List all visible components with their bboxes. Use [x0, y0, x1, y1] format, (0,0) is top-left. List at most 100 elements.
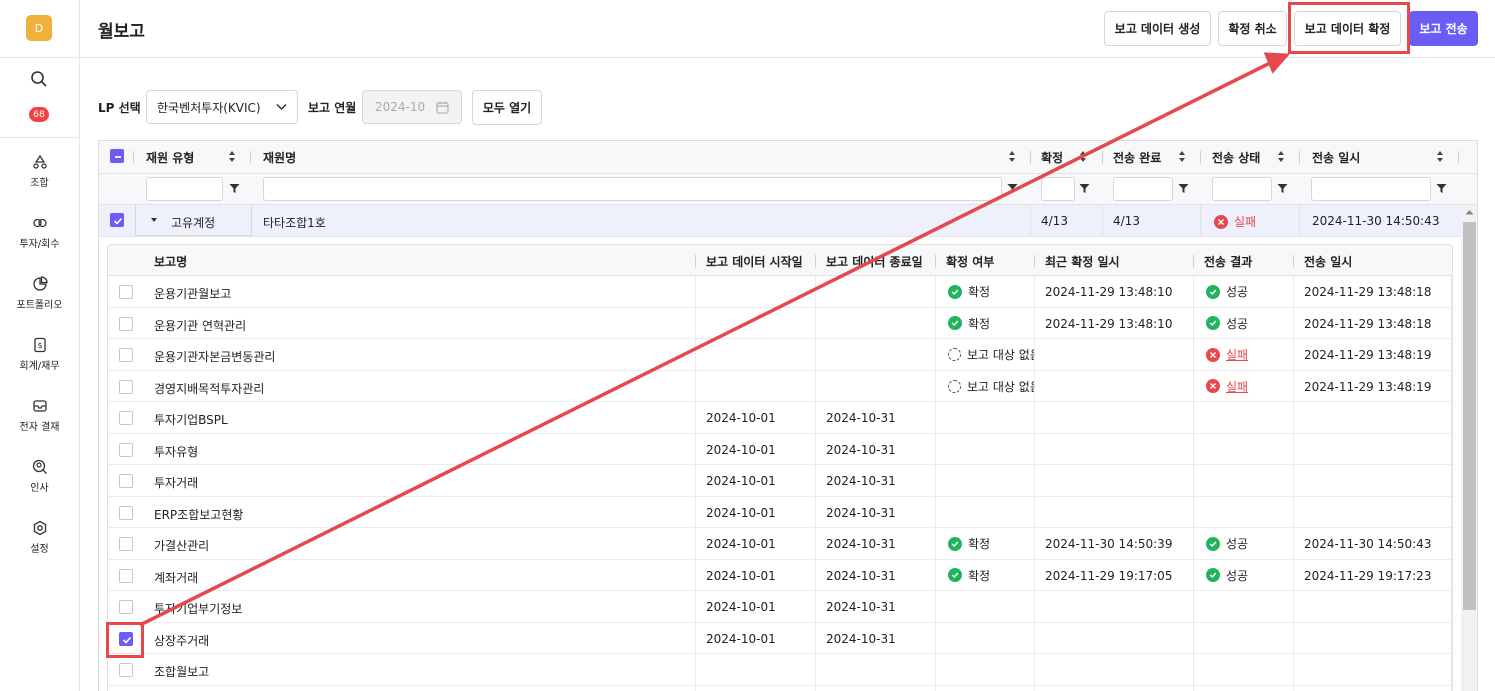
- scrollbar-thumb[interactable]: [1463, 222, 1476, 610]
- search-icon[interactable]: [30, 70, 48, 88]
- row-checkbox[interactable]: [119, 663, 133, 677]
- cancel-confirm-button[interactable]: 확정 취소: [1218, 11, 1287, 46]
- sidebar-item-hr[interactable]: 인사: [0, 459, 79, 509]
- filter-icon[interactable]: [1079, 183, 1090, 194]
- filter-input-fund-name[interactable]: [263, 177, 1002, 201]
- table-row[interactable]: 경영지배목적투자관리 보고 대상 없음 실패 2024-11-29 13:48:19: [108, 371, 1452, 402]
- filter-input-sent-done[interactable]: [1113, 177, 1173, 201]
- row-checkbox[interactable]: [110, 213, 124, 227]
- row-checkbox[interactable]: [119, 348, 133, 362]
- table-row[interactable]: 운용기관월보고 확정 2024-11-29 13:48:10 성공 2024-11-29…: [108, 276, 1452, 308]
- table-row[interactable]: 가결산관리 2024-10-01 2024-10-31 확정 2024-11-30 14…: [108, 528, 1452, 560]
- table-row[interactable]: 고유계정 타타조합1호 4/13 4/13 실패 2024-11-30 14:5…: [99, 205, 1477, 237]
- sidebar-item-label: 설정: [30, 544, 49, 555]
- lp-select[interactable]: 한국벤처투자(KVIC): [146, 90, 298, 124]
- row-checkbox[interactable]: [119, 600, 133, 614]
- sidebar-item-fund[interactable]: 조합: [0, 154, 79, 204]
- start-date: 2024-10-01: [706, 568, 776, 583]
- column-divider: [1030, 151, 1031, 164]
- period-value: 2024-10: [375, 100, 426, 114]
- col-end-date[interactable]: 보고 데이터 종료일: [826, 253, 923, 270]
- left-sidebar: D 68 조합 투자/회수 포트폴리오 $ 회계/재무 전자 결재 인사 설정: [0, 0, 80, 691]
- sidebar-item-accounting[interactable]: $ 회계/재무: [0, 337, 79, 387]
- filter-icon[interactable]: [229, 183, 240, 194]
- group-cell[interactable]: 고유계정: [135, 205, 252, 236]
- inbox-icon: [32, 400, 47, 412]
- sidebar-item-label: 전자 결재: [19, 422, 60, 433]
- filter-icon[interactable]: [1277, 183, 1288, 194]
- row-checkbox[interactable]: [119, 568, 133, 583]
- send-result-text[interactable]: 실패: [1226, 378, 1248, 395]
- caret-down-icon[interactable]: [150, 217, 158, 223]
- col-confirm-status[interactable]: 확정 여부: [946, 253, 994, 270]
- table-row[interactable]: 투자기업BSPL 2024-10-01 2024-10-31: [108, 402, 1452, 434]
- table-row[interactable]: 운용기관자본금변동관리 보고 대상 없음 실패 2024-11-29 13:48:19: [108, 339, 1452, 371]
- col-detail-sent-at[interactable]: 전송 일시: [1304, 253, 1352, 270]
- table-row[interactable]: 계좌거래 2024-10-01 2024-10-31 확정 2024-11-29 19:…: [108, 560, 1452, 591]
- table-row[interactable]: 투자기업부기정보 2024-10-01 2024-10-31: [108, 591, 1452, 623]
- column-divider: [1034, 255, 1035, 268]
- sort-icon[interactable]: [1436, 150, 1444, 163]
- row-checkbox[interactable]: [119, 316, 133, 331]
- table-row[interactable]: 조합월보고: [108, 654, 1452, 686]
- row-checkbox[interactable]: [119, 474, 133, 488]
- start-date: 2024-10-01: [706, 411, 776, 425]
- col-sent-done[interactable]: 전송 완료: [1113, 149, 1161, 166]
- filter-icon[interactable]: [1007, 183, 1018, 194]
- col-report-name[interactable]: 보고명: [154, 253, 187, 270]
- lp-select-label: LP 선택: [98, 101, 141, 115]
- scroll-up-icon[interactable]: [1465, 209, 1474, 215]
- row-checkbox[interactable]: [119, 411, 133, 425]
- table-row[interactable]: 투자유형 2024-10-01 2024-10-31: [108, 434, 1452, 465]
- select-all-checkbox[interactable]: [110, 149, 124, 163]
- filter-input-fund-type[interactable]: [146, 177, 223, 201]
- check-circle-icon: [948, 316, 962, 330]
- sort-icon[interactable]: [1008, 150, 1016, 163]
- col-confirmed[interactable]: 확정: [1041, 149, 1063, 166]
- sidebar-item-portfolio[interactable]: 포트폴리오: [0, 276, 79, 326]
- col-fund-name[interactable]: 재원명: [263, 149, 296, 166]
- sent-at: 2024-11-30 14:50:43: [1312, 214, 1440, 228]
- row-checkbox[interactable]: [119, 285, 133, 299]
- filter-input-confirmed[interactable]: [1041, 177, 1075, 201]
- col-sent-at[interactable]: 전송 일시: [1312, 149, 1360, 166]
- table-row[interactable]: ERP조합보고현황 2024-10-01 2024-10-31: [108, 497, 1452, 528]
- sort-icon[interactable]: [1277, 150, 1285, 163]
- sort-icon[interactable]: [228, 150, 236, 163]
- table-row[interactable]: 투자거래 2024-10-01 2024-10-31: [108, 465, 1452, 497]
- col-start-date[interactable]: 보고 데이터 시작일: [706, 253, 803, 270]
- col-fund-type[interactable]: 재원 유형: [146, 149, 194, 166]
- check-circle-icon: [948, 536, 962, 551]
- table-row[interactable]: 상장주거래 2024-10-01 2024-10-31: [108, 623, 1452, 654]
- sort-icon[interactable]: [1178, 150, 1186, 163]
- notification-badge[interactable]: 68: [29, 107, 49, 122]
- start-date: 2024-10-01: [706, 600, 776, 614]
- row-checkbox[interactable]: [119, 505, 133, 520]
- detail-sent-at: 2024-11-29 13:48:18: [1304, 316, 1432, 331]
- avatar[interactable]: D: [26, 15, 52, 41]
- row-checkbox[interactable]: [119, 379, 133, 394]
- filter-input-send-status[interactable]: [1212, 177, 1272, 201]
- period-date-input[interactable]: 2024-10: [362, 90, 462, 124]
- filter-icon[interactable]: [1436, 183, 1447, 194]
- send-result-text[interactable]: 실패: [1226, 346, 1248, 363]
- sidebar-item-approval[interactable]: 전자 결재: [0, 398, 79, 448]
- sidebar-item-settings[interactable]: 설정: [0, 520, 79, 570]
- report-name: 운용기관 연혁관리: [154, 318, 247, 333]
- table-row[interactable]: 운용기관 연혁관리 확정 2024-11-29 13:48:10 성공 2024-11-…: [108, 308, 1452, 339]
- filter-input-sent-at[interactable]: [1311, 177, 1431, 201]
- row-checkbox[interactable]: [119, 442, 133, 457]
- filter-icon[interactable]: [1178, 183, 1189, 194]
- col-confirmed-at[interactable]: 최근 확정 일시: [1045, 253, 1120, 270]
- check-circle-icon: [1206, 536, 1220, 551]
- sidebar-item-investment[interactable]: 투자/회수: [0, 215, 79, 265]
- generate-report-data-button[interactable]: 보고 데이터 생성: [1104, 11, 1211, 46]
- row-checkbox[interactable]: [119, 537, 133, 551]
- svg-text:$: $: [37, 341, 42, 350]
- col-send-status[interactable]: 전송 상태: [1212, 149, 1260, 166]
- open-all-button[interactable]: 모두 열기: [472, 90, 542, 125]
- col-send-result[interactable]: 전송 결과: [1204, 253, 1252, 270]
- sort-icon[interactable]: [1079, 150, 1087, 163]
- column-divider: [1102, 205, 1103, 237]
- send-report-button[interactable]: 보고 전송: [1409, 11, 1478, 46]
